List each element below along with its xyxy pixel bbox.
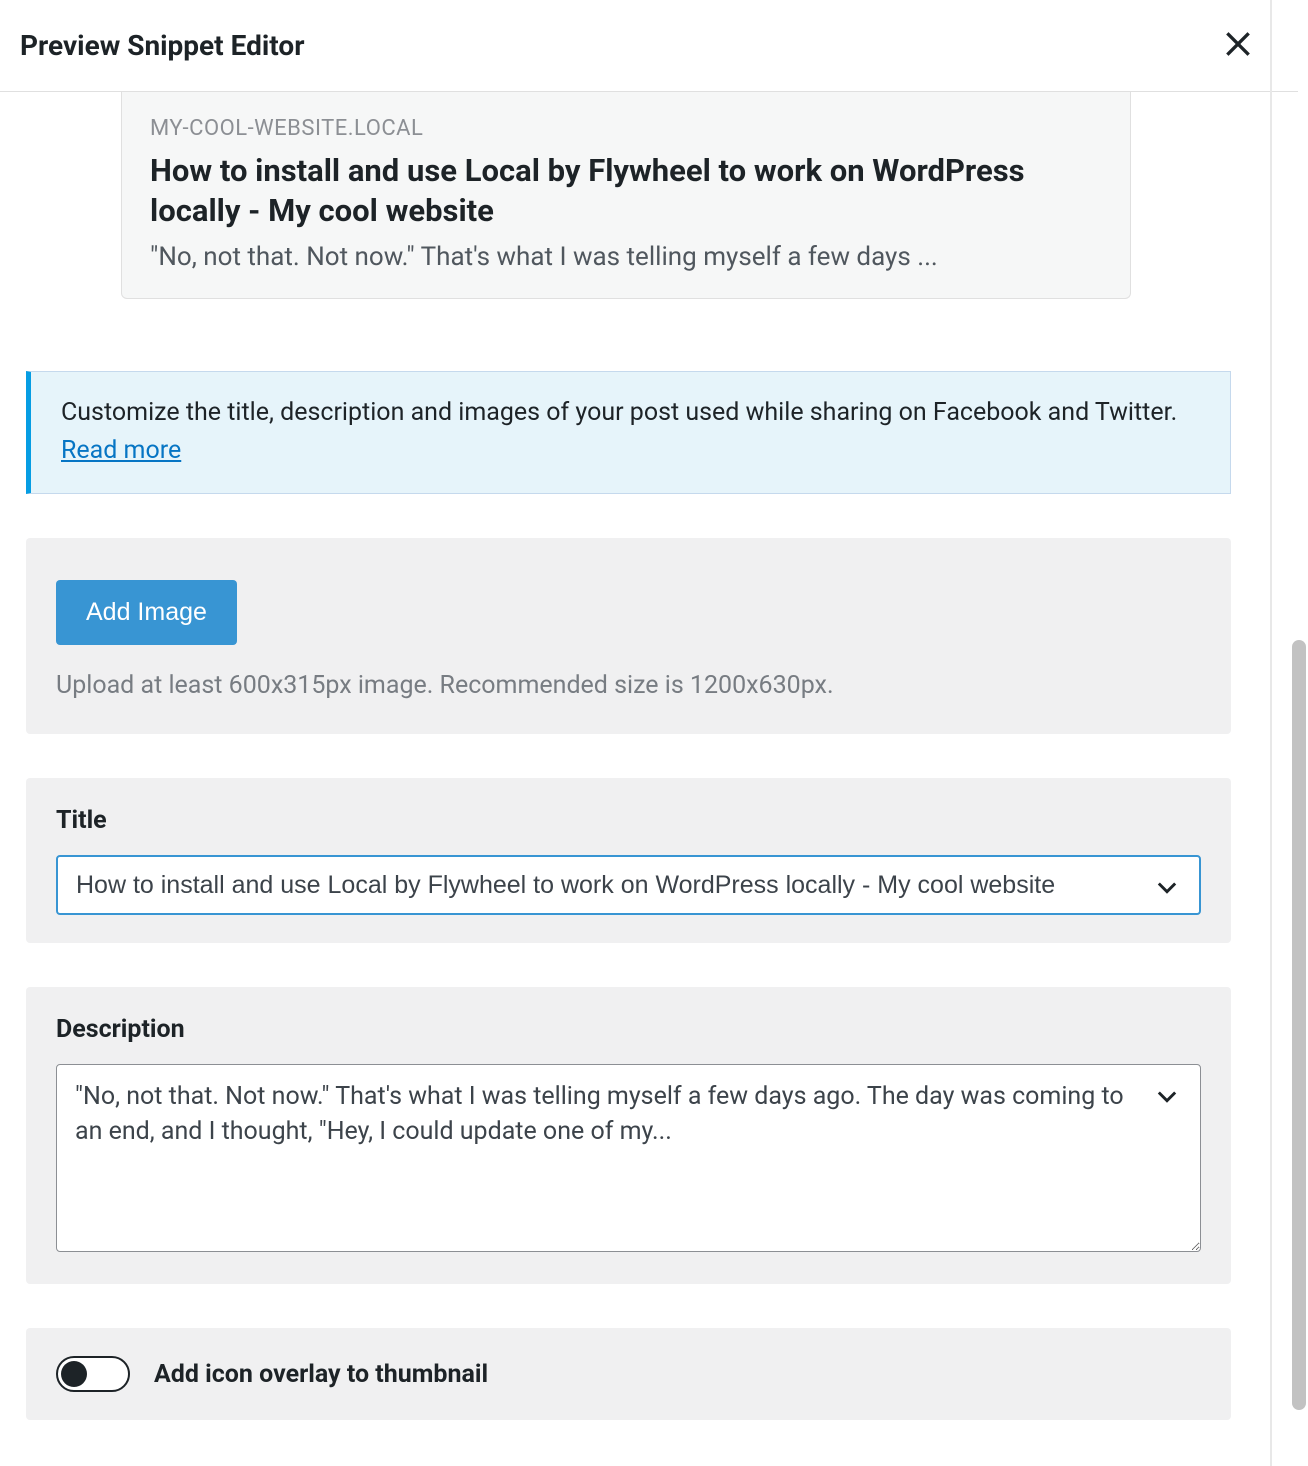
- title-expand-button[interactable]: [1149, 869, 1185, 908]
- preview-title: How to install and use Local by Flywheel…: [150, 151, 1102, 232]
- modal-header: Preview Snippet Editor: [0, 0, 1298, 92]
- image-helper-text: Upload at least 600x315px image. Recomme…: [56, 671, 1201, 700]
- description-textarea[interactable]: [56, 1064, 1201, 1252]
- overlay-toggle-label: Add icon overlay to thumbnail: [154, 1360, 488, 1389]
- title-label: Title: [56, 806, 1201, 835]
- social-preview-card: MY-COOL-WEBSITE.LOCAL How to install and…: [121, 92, 1131, 299]
- info-notice: Customize the title, description and ima…: [26, 371, 1231, 495]
- description-label: Description: [56, 1015, 1201, 1044]
- chevron-down-icon: [1153, 1082, 1181, 1110]
- preview-domain: MY-COOL-WEBSITE.LOCAL: [150, 116, 1102, 141]
- title-section: Title: [26, 778, 1231, 943]
- overlay-toggle[interactable]: [56, 1356, 130, 1392]
- modal-title: Preview Snippet Editor: [20, 29, 304, 62]
- title-input[interactable]: [56, 855, 1201, 915]
- scrollbar-thumb[interactable]: [1292, 640, 1306, 1410]
- description-expand-button[interactable]: [1149, 1078, 1185, 1117]
- chevron-down-icon: [1153, 873, 1181, 901]
- modal-body: MY-COOL-WEBSITE.LOCAL How to install and…: [0, 92, 1298, 1466]
- notice-text: Customize the title, description and ima…: [61, 394, 1200, 472]
- overlay-section: Add icon overlay to thumbnail: [26, 1328, 1231, 1420]
- close-icon: [1222, 28, 1254, 60]
- snippet-editor-modal: Preview Snippet Editor MY-COOL-WEBSITE.L…: [0, 0, 1298, 1466]
- notice-text-body: Customize the title, description and ima…: [61, 398, 1177, 427]
- preview-description: "No, not that. Not now." That's what I w…: [150, 242, 1102, 272]
- image-upload-section: Add Image Upload at least 600x315px imag…: [26, 538, 1231, 734]
- description-section: Description: [26, 987, 1231, 1284]
- toggle-knob: [61, 1361, 87, 1387]
- read-more-link[interactable]: Read more: [61, 436, 181, 465]
- add-image-button[interactable]: Add Image: [56, 580, 237, 645]
- scroll-area[interactable]: MY-COOL-WEBSITE.LOCAL How to install and…: [0, 92, 1272, 1460]
- close-button[interactable]: [1216, 22, 1260, 69]
- modal-right-edge: [1270, 0, 1272, 1466]
